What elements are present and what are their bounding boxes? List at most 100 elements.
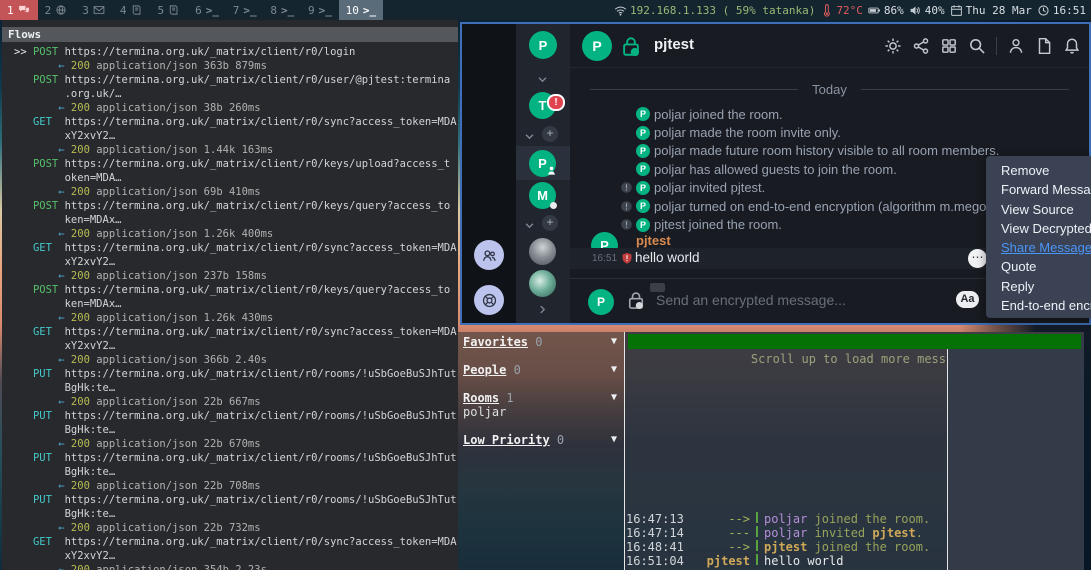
workspace-button-9[interactable]: 9>_ xyxy=(301,0,339,20)
flow-entry[interactable]: GET https://termina.org.uk/_matrix/clien… xyxy=(2,241,458,283)
room-header-avatar[interactable]: P xyxy=(582,31,612,61)
workspace-button-3[interactable]: 3 xyxy=(75,0,113,20)
room-avatar-image[interactable] xyxy=(529,238,556,265)
status-text: Thu 28 Mar xyxy=(966,4,1032,17)
buffer-section-rooms[interactable]: Rooms 1 ▼ xyxy=(458,391,624,405)
status-item: 72°C xyxy=(820,4,863,17)
room-avatar-image[interactable] xyxy=(529,270,556,297)
menu-item-view-source[interactable]: View Source xyxy=(986,200,1091,219)
notifications-icon[interactable] xyxy=(1063,37,1081,55)
workspace-button-7[interactable]: 7>_ xyxy=(226,0,264,20)
chat-line: 16:47:13-->poljar joined the room. xyxy=(626,512,930,526)
workspace-button-2[interactable]: 2 xyxy=(38,0,76,20)
collapse-arrow-icon[interactable]: ▼ xyxy=(611,391,617,405)
timeline-event: Ppoljar joined the room. xyxy=(570,105,1089,123)
workspace-button-4[interactable]: 4 xyxy=(113,0,151,20)
menu-item-reply[interactable]: Reply xyxy=(986,277,1091,296)
workspace-button-5[interactable]: 5 xyxy=(151,0,189,20)
event-avatar: P xyxy=(636,144,650,158)
buffer-item-poljar[interactable]: poljar xyxy=(458,405,624,419)
section-count: 1 xyxy=(499,391,513,405)
workspace-button-1[interactable]: 1 xyxy=(0,0,38,20)
settings-icon[interactable] xyxy=(884,37,902,55)
files-icon[interactable] xyxy=(1035,37,1053,55)
flow-entry[interactable]: POST https://termina.org.uk/_matrix/clie… xyxy=(2,283,458,325)
menu-item-remove[interactable]: Remove xyxy=(986,161,1091,180)
line-prefix: pjtest xyxy=(684,554,750,568)
menu-item-quote[interactable]: Quote xyxy=(986,257,1091,276)
menu-item-forward-message[interactable]: Forward Message xyxy=(986,180,1091,199)
community-button[interactable] xyxy=(474,240,504,270)
timeline-event: Ppoljar made the room invite only. xyxy=(570,123,1089,141)
buffer-section-favorites[interactable]: Favorites 0▼ xyxy=(458,335,624,349)
composer-input[interactable]: Send an encrypted message... xyxy=(656,292,846,308)
format-button[interactable]: Aa xyxy=(956,291,979,308)
chat-icon xyxy=(18,4,31,17)
flow-entry[interactable]: GET https://termina.org.uk/_matrix/clien… xyxy=(2,535,458,570)
markdown-indicator[interactable] xyxy=(650,283,665,292)
chevron-down-icon[interactable] xyxy=(524,218,535,236)
flow-entry[interactable]: POST https://termina.org.uk/_matrix/clie… xyxy=(2,157,458,199)
help-button[interactable] xyxy=(474,285,504,315)
apps-grid-icon[interactable] xyxy=(940,37,958,55)
battery-icon xyxy=(868,4,881,17)
flow-entry[interactable]: GET https://termina.org.uk/_matrix/clien… xyxy=(2,325,458,367)
workspace-button-10[interactable]: 10>_ xyxy=(339,0,383,20)
chat-log: 16:47:13-->poljar joined the room.16:47:… xyxy=(626,512,930,568)
flow-entry[interactable]: PUT https://termina.org.uk/_matrix/clien… xyxy=(2,409,458,451)
flow-entry[interactable]: PUT https://termina.org.uk/_matrix/clien… xyxy=(2,367,458,409)
thermometer-icon xyxy=(820,4,833,17)
book-icon xyxy=(168,4,181,17)
collapse-arrow-icon[interactable]: ▼ xyxy=(611,335,617,349)
terminal-icon: >_ xyxy=(319,4,332,17)
flow-entry[interactable]: >> POST https://termina.org.uk/_matrix/c… xyxy=(2,45,458,73)
menu-item-share-message[interactable]: Share Message xyxy=(986,238,1091,257)
message-options-button[interactable]: ⋯ xyxy=(968,249,987,268)
section-name: People xyxy=(463,363,506,377)
flow-entry[interactable]: GET https://termina.org.uk/_matrix/clien… xyxy=(2,115,458,157)
menu-item-end-to-end-encry[interactable]: End-to-end encry xyxy=(986,296,1091,315)
chevron-right-icon[interactable] xyxy=(537,302,548,320)
buffer-section-low-priority[interactable]: Low Priority 0▼ xyxy=(458,433,624,447)
line-time: 16:48:41 xyxy=(626,540,684,554)
line-prefix: --> xyxy=(684,512,750,526)
buffer-section-people[interactable]: People 0▼ xyxy=(458,363,624,377)
status-item: 86% xyxy=(868,4,904,17)
share-icon[interactable] xyxy=(912,37,930,55)
add-room-button[interactable]: + xyxy=(542,126,558,142)
line-segment: poljar xyxy=(764,512,807,526)
members-icon[interactable] xyxy=(1007,37,1025,55)
collapse-arrow-icon[interactable]: ▼ xyxy=(611,433,617,447)
workspace-button-8[interactable]: 8>_ xyxy=(263,0,301,20)
line-time: 16:47:13 xyxy=(626,512,684,526)
collapse-arrow-icon[interactable]: ▼ xyxy=(611,363,617,377)
search-icon[interactable] xyxy=(968,37,986,55)
menu-item-view-decrypted-s[interactable]: View Decrypted S xyxy=(986,219,1091,238)
message-context-menu: RemoveForward MessageView SourceView Dec… xyxy=(986,156,1091,318)
encrypted-lock-icon xyxy=(620,35,642,63)
flow-entry[interactable]: POST https://termina.org.uk/_matrix/clie… xyxy=(2,199,458,241)
flow-list: >> POST https://termina.org.uk/_matrix/c… xyxy=(2,45,458,570)
desktop: 123456>_7>_8>_9>_10>_ 192.168.1.133 ( 59… xyxy=(0,0,1091,570)
line-time: 16:47:14 xyxy=(626,526,684,540)
info-icon xyxy=(620,200,636,213)
message-timestamp: 16:51 xyxy=(592,253,617,264)
chevron-down-icon[interactable] xyxy=(524,129,535,147)
chevron-down-icon[interactable] xyxy=(537,72,548,90)
chat-line: 16:47:14---poljar invited pjtest. xyxy=(626,526,930,540)
add-room-button[interactable]: + xyxy=(542,215,558,231)
workspace-number: 2 xyxy=(45,4,52,17)
flows-tab[interactable]: Flows xyxy=(2,27,458,42)
volume-icon xyxy=(909,4,922,17)
workspace-number: 1 xyxy=(7,4,14,17)
flow-entry[interactable]: PUT https://termina.org.uk/_matrix/clien… xyxy=(2,451,458,493)
terminal-icon: >_ xyxy=(243,4,256,17)
flow-entry[interactable]: PUT https://termina.org.uk/_matrix/clien… xyxy=(2,493,458,535)
terminal-icon: >_ xyxy=(363,4,376,17)
workspace-button-6[interactable]: 6>_ xyxy=(188,0,226,20)
flow-entry[interactable]: POST https://termina.org.uk/_matrix/clie… xyxy=(2,73,458,115)
user-avatar[interactable]: P xyxy=(529,31,557,59)
workspace-number: 8 xyxy=(270,4,277,17)
section-name: Rooms xyxy=(463,391,499,405)
event-avatar: P xyxy=(636,162,650,176)
